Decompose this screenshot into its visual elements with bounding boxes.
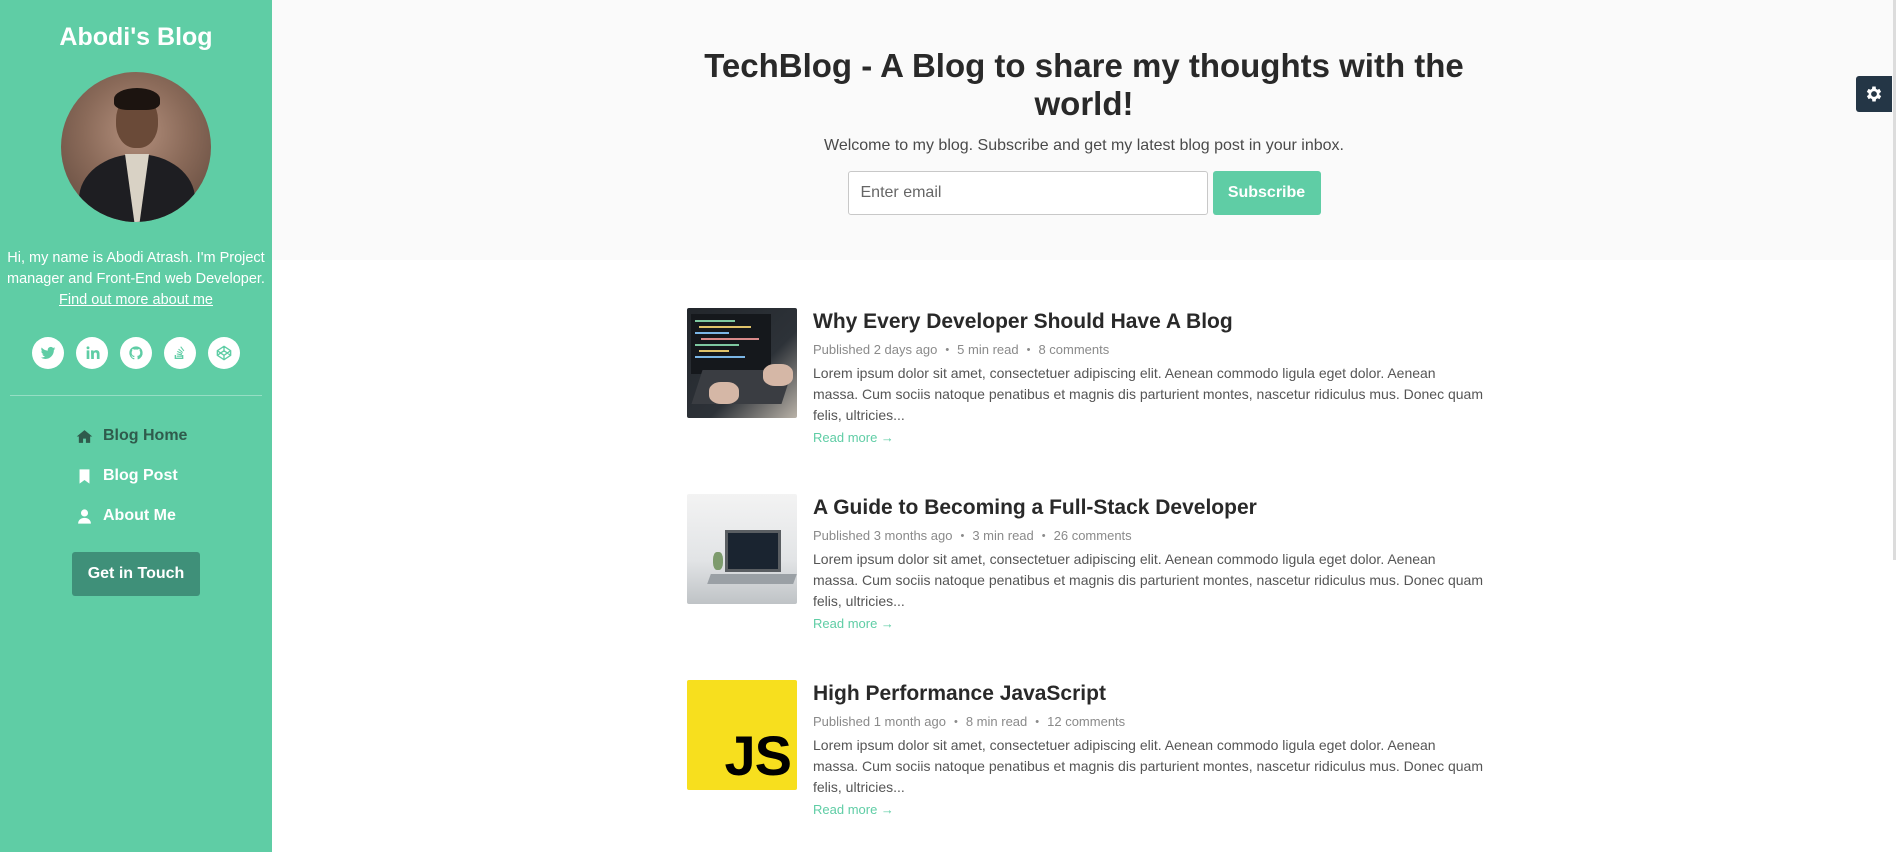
post-meta: Published 3 months ago • 3 min read • 26… — [813, 528, 1483, 543]
subscribe-form: Subscribe — [272, 171, 1896, 215]
post-date: Published 2 days ago — [813, 342, 938, 357]
post-meta: Published 1 month ago • 8 min read • 12 … — [813, 714, 1483, 729]
post-excerpt: Lorem ipsum dolor sit amet, consectetuer… — [813, 365, 1483, 423]
meta-separator: • — [1026, 343, 1031, 356]
post-comments: 8 comments — [1038, 342, 1110, 357]
read-more-link[interactable]: Read more → — [813, 616, 894, 631]
gear-icon — [1866, 86, 1882, 102]
post-date: Published 3 months ago — [813, 528, 953, 543]
nav-label: Blog Home — [103, 427, 188, 444]
post-excerpt: Lorem ipsum dolor sit amet, consectetuer… — [813, 551, 1483, 609]
nav-blog-post[interactable]: Blog Post — [76, 456, 196, 496]
github-icon[interactable] — [120, 337, 152, 369]
sidebar-divider — [10, 395, 262, 396]
post-item: A Guide to Becoming a Full-Stack Develop… — [687, 494, 1487, 680]
meta-separator: • — [960, 529, 965, 542]
codepen-icon[interactable] — [208, 337, 240, 369]
post-meta: Published 2 days ago • 5 min read • 8 co… — [813, 342, 1483, 357]
post-title[interactable]: Why Every Developer Should Have A Blog — [813, 309, 1483, 335]
sidebar-nav: Blog Home Blog Post About Me — [0, 416, 272, 536]
post-comments: 26 comments — [1053, 528, 1132, 543]
post-read-time: 8 min read — [965, 714, 1028, 729]
linkedin-icon[interactable] — [76, 337, 108, 369]
post-list: Why Every Developer Should Have A Blog P… — [687, 308, 1487, 852]
post-body: A Guide to Becoming a Full-Stack Develop… — [813, 494, 1483, 680]
nav-label: Blog Post — [103, 467, 178, 484]
get-in-touch-button[interactable]: Get in Touch — [72, 552, 200, 596]
post-title[interactable]: High Performance JavaScript — [813, 681, 1483, 707]
settings-button[interactable] — [1856, 76, 1892, 112]
twitter-icon[interactable] — [32, 337, 64, 369]
read-more-link[interactable]: Read more → — [813, 430, 894, 445]
nav-blog-home[interactable]: Blog Home — [76, 416, 196, 456]
nav-about-me[interactable]: About Me — [76, 496, 196, 536]
post-excerpt: Lorem ipsum dolor sit amet, consectetuer… — [813, 737, 1483, 795]
post-read-time: 3 min read — [972, 528, 1034, 543]
post-item: JS High Performance JavaScript Published… — [687, 680, 1487, 852]
post-item: Why Every Developer Should Have A Blog P… — [687, 308, 1487, 494]
post-title[interactable]: A Guide to Becoming a Full-Stack Develop… — [813, 495, 1483, 521]
post-thumbnail[interactable] — [687, 308, 797, 418]
email-input[interactable] — [847, 171, 1208, 215]
bookmark-icon — [79, 468, 90, 484]
post-thumbnail[interactable]: JS — [687, 680, 797, 790]
post-comments: 12 comments — [1047, 714, 1126, 729]
bio-text: Hi, my name is Abodi Atrash. I'm Project… — [7, 250, 265, 287]
subscribe-button[interactable]: Subscribe — [1212, 171, 1321, 215]
meta-separator: • — [945, 343, 950, 356]
post-thumbnail[interactable] — [687, 494, 797, 604]
js-logo-text: JS — [724, 724, 792, 787]
blog-name[interactable]: Abodi's Blog — [0, 22, 272, 52]
post-body: Why Every Developer Should Have A Blog P… — [813, 308, 1483, 494]
about-link[interactable]: Find out more about me — [6, 290, 266, 311]
read-more-link[interactable]: Read more → — [813, 802, 894, 817]
avatar — [61, 72, 211, 222]
post-date: Published 1 month ago — [813, 714, 946, 729]
meta-separator: • — [953, 715, 958, 728]
post-body: High Performance JavaScript Published 1 … — [813, 680, 1483, 852]
page-subtitle: Welcome to my blog. Subscribe and get my… — [824, 137, 1344, 154]
home-icon — [76, 429, 93, 443]
nav-label: About Me — [103, 507, 176, 524]
user-icon — [78, 508, 91, 524]
bio: Hi, my name is Abodi Atrash. I'm Project… — [6, 248, 266, 311]
meta-separator: • — [1041, 529, 1046, 542]
sidebar: Abodi's Blog Hi, my name is Abodi Atrash… — [0, 0, 272, 852]
meta-separator: • — [1035, 715, 1040, 728]
page-header: TechBlog - A Blog to share my thoughts w… — [272, 0, 1896, 260]
page-title: TechBlog - A Blog to share my thoughts w… — [704, 47, 1464, 122]
stack-overflow-icon[interactable] — [164, 337, 196, 369]
post-read-time: 5 min read — [957, 342, 1019, 357]
social-links — [0, 337, 272, 369]
